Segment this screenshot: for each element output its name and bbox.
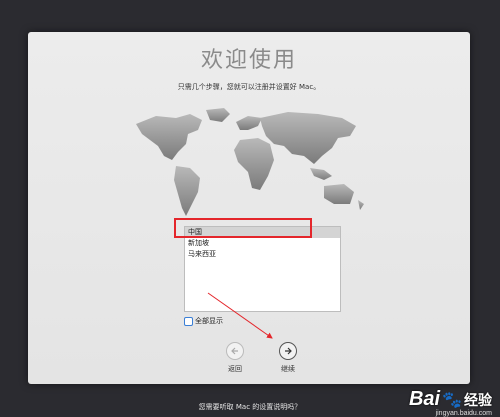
- paw-icon: 🐾: [442, 391, 462, 409]
- watermark-suffix: 经验: [464, 391, 492, 408]
- watermark-logo: Bai: [408, 388, 441, 410]
- annotation-arrow: [207, 292, 273, 339]
- baidu-jingyan-watermark: Bai 🐾 经验 jingyan.baidu.com: [408, 388, 492, 417]
- watermark-url: jingyan.baidu.com: [435, 410, 492, 417]
